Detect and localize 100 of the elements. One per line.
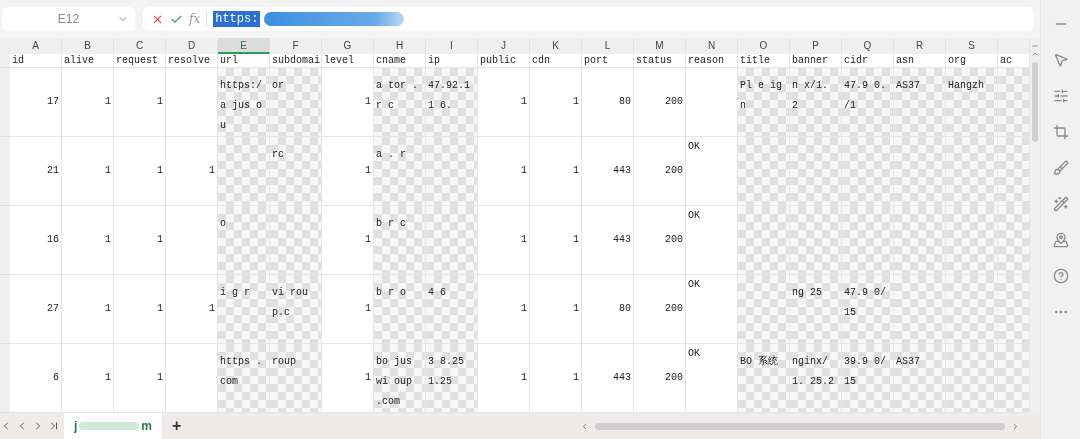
horizontal-scrollbar[interactable]	[580, 421, 1020, 431]
redacted-cell: AS37	[894, 68, 946, 137]
table-cell: 21	[10, 137, 62, 206]
column-header[interactable]: E	[218, 38, 270, 54]
name-box[interactable]: E12	[2, 7, 135, 31]
column-header[interactable]: F	[270, 38, 322, 54]
redacted-cell: 4 6	[426, 275, 478, 344]
map-icon[interactable]	[1052, 232, 1069, 248]
redacted-cell: BO 系统	[738, 344, 790, 413]
table-cell: 200	[634, 137, 686, 206]
table-cell: 1	[478, 68, 530, 137]
row-header[interactable]	[0, 54, 10, 68]
table-cell: 200	[634, 68, 686, 137]
scroll-thumb[interactable]	[595, 422, 1005, 430]
table-cell: 200	[634, 275, 686, 344]
redacted-cell: Pl e ig n	[738, 68, 790, 137]
column-header[interactable]: N	[686, 38, 738, 54]
wand-icon[interactable]	[1052, 196, 1069, 212]
redacted-cell: nginx/1. 25.2	[790, 344, 842, 413]
column-header[interactable]: H	[374, 38, 426, 54]
column-header[interactable]: A	[10, 38, 62, 54]
table-cell: 1	[114, 275, 166, 344]
column-header[interactable]: G	[322, 38, 374, 54]
add-sheet-button[interactable]: +	[166, 417, 188, 435]
scroll-right-icon[interactable]	[1011, 421, 1020, 431]
table-cell: 27	[10, 275, 62, 344]
column-header[interactable]: O	[738, 38, 790, 54]
header-cell: cdn	[530, 54, 582, 68]
column-header[interactable]: K	[530, 38, 582, 54]
redacted-cell: 47.92.11 6.	[426, 68, 478, 137]
table-cell: 1	[62, 68, 114, 137]
redacted-cell: AS37	[894, 344, 946, 413]
redacted-cell: o	[218, 206, 270, 275]
table-cell: 1	[114, 68, 166, 137]
column-header[interactable]: R	[894, 38, 946, 54]
redacted-cell: roup	[270, 344, 322, 413]
formula-bar[interactable]: fx https:	[143, 7, 1034, 31]
column-header[interactable]: Q	[842, 38, 894, 54]
table-cell: 1	[530, 68, 582, 137]
redacted-cell: 47.9 0/15	[842, 275, 894, 344]
table-cell: 1	[114, 137, 166, 206]
redacted-cell: rc	[270, 137, 322, 206]
table-cell: 1	[478, 137, 530, 206]
header-cell: request	[114, 54, 166, 68]
redacted-cell: b r c	[374, 206, 426, 275]
table-cell: 1	[62, 206, 114, 275]
redacted-cell: a . r	[374, 137, 426, 206]
column-header[interactable]: J	[478, 38, 530, 54]
table-cell: 1	[478, 275, 530, 344]
header-cell: resolve	[166, 54, 218, 68]
table-cell: 16	[10, 206, 62, 275]
table-cell: 1	[530, 137, 582, 206]
header-cell: status	[634, 54, 686, 68]
header-cell: level	[322, 54, 374, 68]
redacted-cell: i g r	[218, 275, 270, 344]
table-cell: 17	[10, 68, 62, 137]
column-header[interactable]: D	[166, 38, 218, 54]
table-cell: 443	[582, 206, 634, 275]
table-cell: 1	[62, 275, 114, 344]
sliders-icon[interactable]	[1052, 88, 1069, 104]
vertical-scrollbar[interactable]	[1030, 38, 1040, 413]
redacted-cell: Hangzh	[946, 68, 998, 137]
column-header[interactable]	[998, 38, 1030, 54]
table-cell: 80	[582, 68, 634, 137]
crop-icon[interactable]	[1052, 124, 1069, 140]
column-header[interactable]: M	[634, 38, 686, 54]
redacted-cell: https:/a jus ou	[218, 68, 270, 137]
scroll-thumb[interactable]	[1032, 62, 1038, 142]
redacted-cell: https .com	[218, 344, 270, 413]
scroll-up-icon[interactable]	[1031, 50, 1039, 58]
brush-icon[interactable]	[1052, 160, 1069, 176]
last-sheet-icon[interactable]	[48, 420, 60, 432]
column-header[interactable]: B	[62, 38, 114, 54]
redacted-cell: ng 25	[790, 275, 842, 344]
redacted-cell: or	[270, 68, 322, 137]
table-cell: 80	[582, 275, 634, 344]
table-cell: 1	[530, 206, 582, 275]
column-header[interactable]: I	[426, 38, 478, 54]
header-cell: public	[478, 54, 530, 68]
redacted-cell: vi roup.c	[270, 275, 322, 344]
column-header[interactable]: C	[114, 38, 166, 54]
scroll-left-icon[interactable]	[580, 421, 589, 431]
column-header[interactable]: S	[946, 38, 998, 54]
redacted-cell: b r o	[374, 275, 426, 344]
header-cell: reason	[686, 54, 738, 68]
table-cell: 1	[62, 137, 114, 206]
formula-text: https:	[213, 11, 261, 27]
minus-icon[interactable]	[1031, 42, 1039, 50]
header-cell: port	[582, 54, 634, 68]
pointer-icon[interactable]	[1052, 52, 1069, 68]
redacted-cell: n x/1. 2	[790, 68, 842, 137]
table-cell: 200	[634, 206, 686, 275]
redacted-cell: a tor . r c	[374, 68, 426, 137]
redacted-cell: 47.9 0. /1	[842, 68, 894, 137]
column-header[interactable]: P	[790, 38, 842, 54]
table-cell: 1	[114, 206, 166, 275]
help-icon[interactable]	[1052, 268, 1069, 284]
sheet-tab[interactable]: j m	[64, 413, 162, 439]
column-header[interactable]: L	[582, 38, 634, 54]
header-cell: alive	[62, 54, 114, 68]
